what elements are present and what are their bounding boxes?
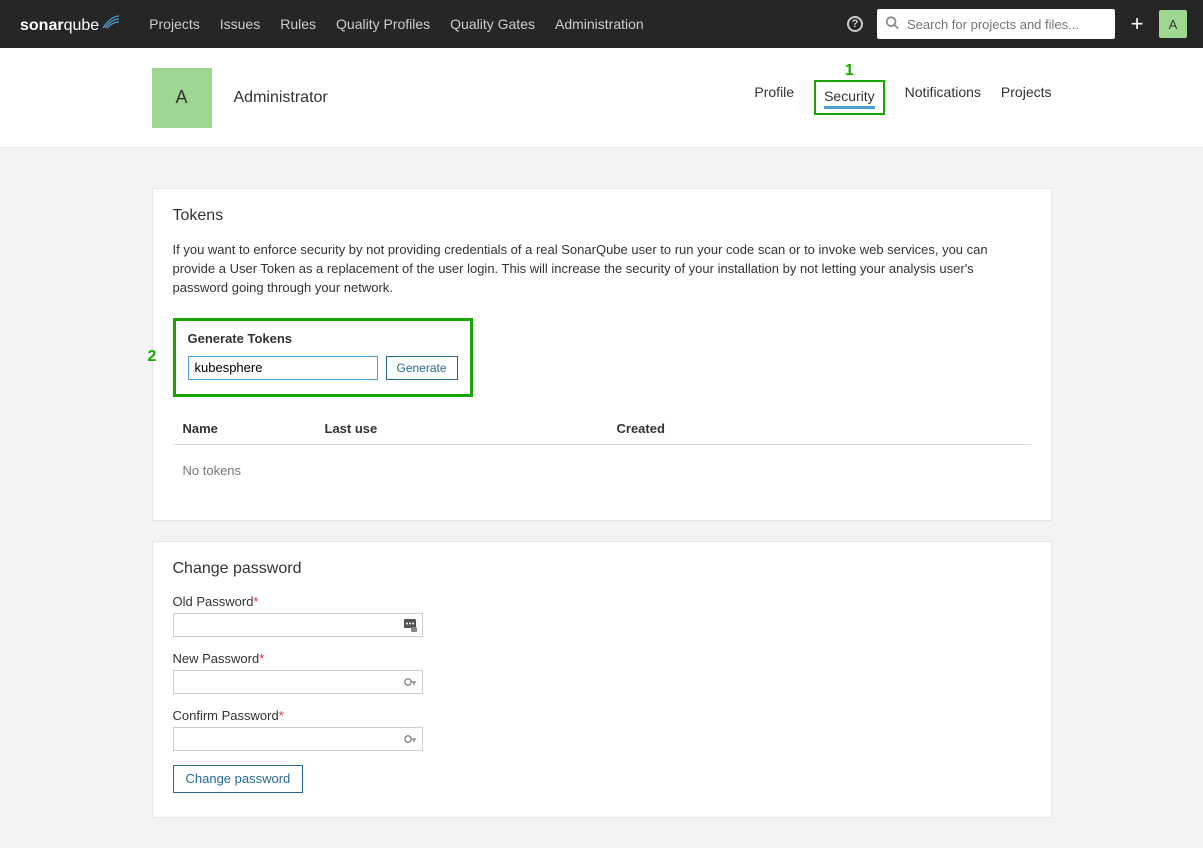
change-password-button[interactable]: Change password [173, 765, 304, 793]
logo[interactable]: sonarqube [20, 14, 121, 35]
tab-security-highlight: 1 Security [814, 80, 885, 115]
old-password-input[interactable] [173, 613, 423, 637]
search-icon [885, 16, 899, 33]
user-avatar-small[interactable]: A [1159, 10, 1187, 38]
tokens-col-lastuse: Last use [325, 421, 617, 436]
user-display-name: Administrator [234, 89, 755, 107]
key-icon[interactable] [403, 675, 417, 689]
nav-quality-profiles[interactable]: Quality Profiles [326, 16, 440, 32]
tokens-empty-message: No tokens [173, 445, 1031, 496]
tab-profile[interactable]: Profile [754, 80, 794, 115]
change-password-title: Change password [173, 560, 1031, 578]
generate-tokens-highlight: 2 Generate Tokens Generate [173, 318, 473, 397]
tab-security[interactable]: Security [824, 84, 875, 109]
change-password-panel: Change password Old Password* New Passwo… [152, 541, 1052, 818]
new-password-label: New Password* [173, 651, 1031, 666]
old-password-label: Old Password* [173, 594, 1031, 609]
tokens-panel: Tokens If you want to enforce security b… [152, 188, 1052, 521]
confirm-password-label: Confirm Password* [173, 708, 1031, 723]
logo-swoosh-icon [101, 14, 121, 30]
tab-notifications[interactable]: Notifications [905, 80, 981, 115]
tokens-col-created: Created [617, 421, 1021, 436]
new-password-input[interactable] [173, 670, 423, 694]
nav-administration[interactable]: Administration [545, 16, 654, 32]
confirm-password-input[interactable] [173, 727, 423, 751]
logo-text-light: qube [64, 17, 100, 35]
token-name-input[interactable] [188, 356, 378, 380]
logo-text-bold: sonar [20, 17, 64, 35]
nav-projects[interactable]: Projects [139, 16, 210, 32]
nav-issues[interactable]: Issues [210, 16, 270, 32]
key-icon[interactable] [403, 732, 417, 746]
user-avatar-large: A [152, 68, 212, 128]
nav-quality-gates[interactable]: Quality Gates [440, 16, 545, 32]
callout-label-2: 2 [148, 348, 157, 366]
generate-button[interactable]: Generate [386, 356, 458, 380]
nav-rules[interactable]: Rules [270, 16, 326, 32]
generate-tokens-title: Generate Tokens [188, 331, 458, 346]
tab-projects[interactable]: Projects [1001, 80, 1052, 115]
callout-label-1: 1 [845, 62, 854, 80]
tokens-table: Name Last use Created No tokens [173, 413, 1031, 496]
help-icon[interactable]: ? [847, 16, 863, 32]
tokens-description: If you want to enforce security by not p… [173, 241, 1031, 298]
create-plus-button[interactable]: + [1125, 12, 1149, 36]
search-input[interactable] [877, 9, 1115, 39]
tokens-col-name: Name [183, 421, 325, 436]
password-manager-icon[interactable] [403, 618, 417, 632]
tokens-title: Tokens [173, 207, 1031, 225]
